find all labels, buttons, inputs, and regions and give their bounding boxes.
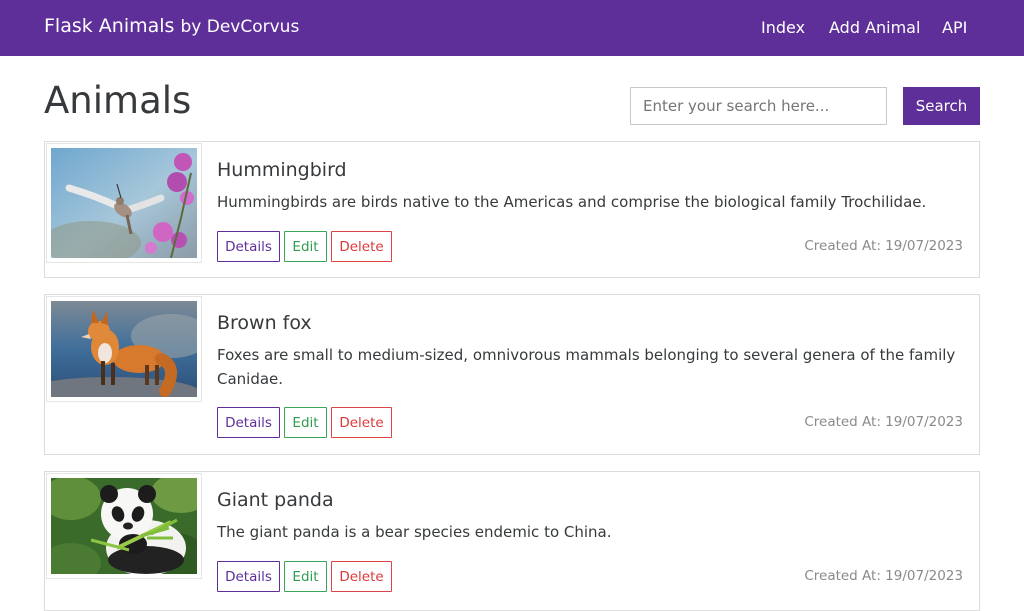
- edit-button[interactable]: Edit: [284, 561, 327, 592]
- brand-author: by DevCorvus: [180, 17, 300, 37]
- delete-button[interactable]: Delete: [331, 407, 392, 438]
- nav-link-api[interactable]: API: [942, 18, 967, 37]
- brand-link[interactable]: Flask Animals by DevCorvus: [44, 15, 299, 37]
- search-button[interactable]: Search: [903, 87, 980, 125]
- delete-button[interactable]: Delete: [331, 561, 392, 592]
- animal-description: Hummingbirds are birds native to the Ame…: [217, 193, 927, 211]
- animal-card-giant-panda: Giant panda The giant panda is a bear sp…: [44, 471, 980, 611]
- animal-card-brown-fox: Brown fox Foxes are small to medium-size…: [44, 294, 980, 455]
- navbar: Flask Animals by DevCorvus Index Add Ani…: [0, 0, 1024, 56]
- edit-button[interactable]: Edit: [284, 231, 327, 262]
- animal-thumbnail[interactable]: [46, 296, 202, 402]
- brown-fox-image: [51, 301, 197, 397]
- created-at: Created At: 19/07/2023: [804, 568, 963, 584]
- details-button[interactable]: Details: [217, 231, 280, 262]
- animal-thumbnail[interactable]: [46, 473, 202, 579]
- created-at: Created At: 19/07/2023: [804, 414, 963, 430]
- nav-link-index[interactable]: Index: [761, 18, 805, 37]
- animal-description: The giant panda is a bear species endemi…: [217, 523, 612, 541]
- animal-name: Giant panda: [217, 489, 334, 511]
- animal-description: Foxes are small to medium-sized, omnivor…: [217, 346, 956, 388]
- search-input[interactable]: [630, 87, 887, 125]
- details-button[interactable]: Details: [217, 407, 280, 438]
- hummingbird-image: [51, 148, 197, 258]
- brand-title: Flask Animals: [44, 15, 175, 37]
- nav-link-add-animal[interactable]: Add Animal: [829, 18, 920, 37]
- edit-button[interactable]: Edit: [284, 407, 327, 438]
- giant-panda-image: [51, 478, 197, 574]
- animal-name: Brown fox: [217, 312, 312, 334]
- animal-name: Hummingbird: [217, 159, 347, 181]
- delete-button[interactable]: Delete: [331, 231, 392, 262]
- details-button[interactable]: Details: [217, 561, 280, 592]
- page-title: Animals: [44, 79, 192, 122]
- created-at: Created At: 19/07/2023: [804, 238, 963, 254]
- animal-card-hummingbird: Hummingbird Hummingbirds are birds nativ…: [44, 141, 980, 278]
- animal-thumbnail[interactable]: [46, 143, 202, 263]
